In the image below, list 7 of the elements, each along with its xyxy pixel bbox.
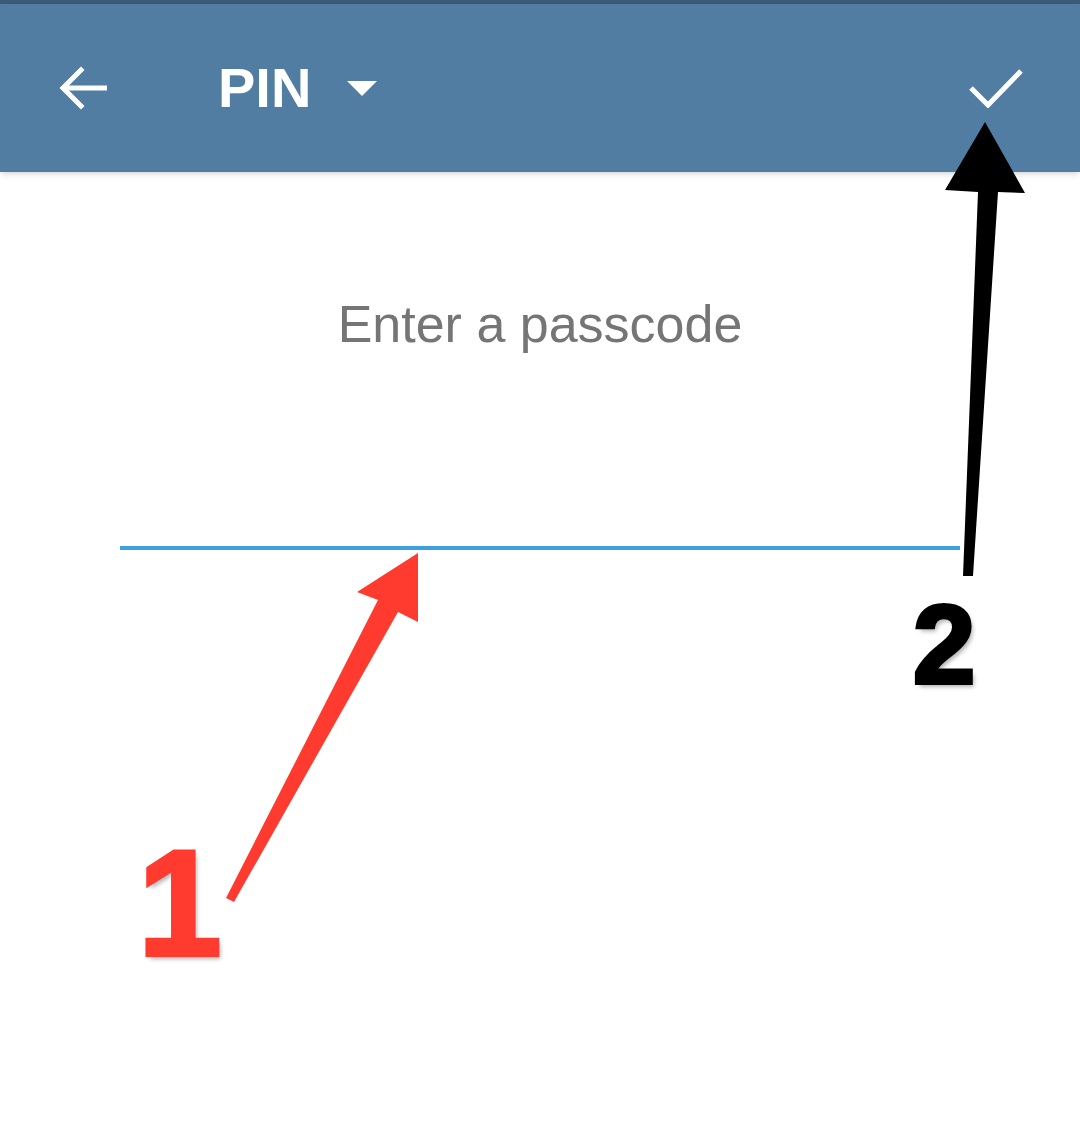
title-dropdown[interactable]: PIN [218,60,378,116]
annotation-number: 1 [138,828,222,978]
annotation-number: 2 [913,589,976,701]
checkmark-icon [969,68,1023,108]
back-arrow-icon [59,66,107,110]
back-button[interactable] [58,65,108,111]
caret-down-icon [347,80,378,96]
